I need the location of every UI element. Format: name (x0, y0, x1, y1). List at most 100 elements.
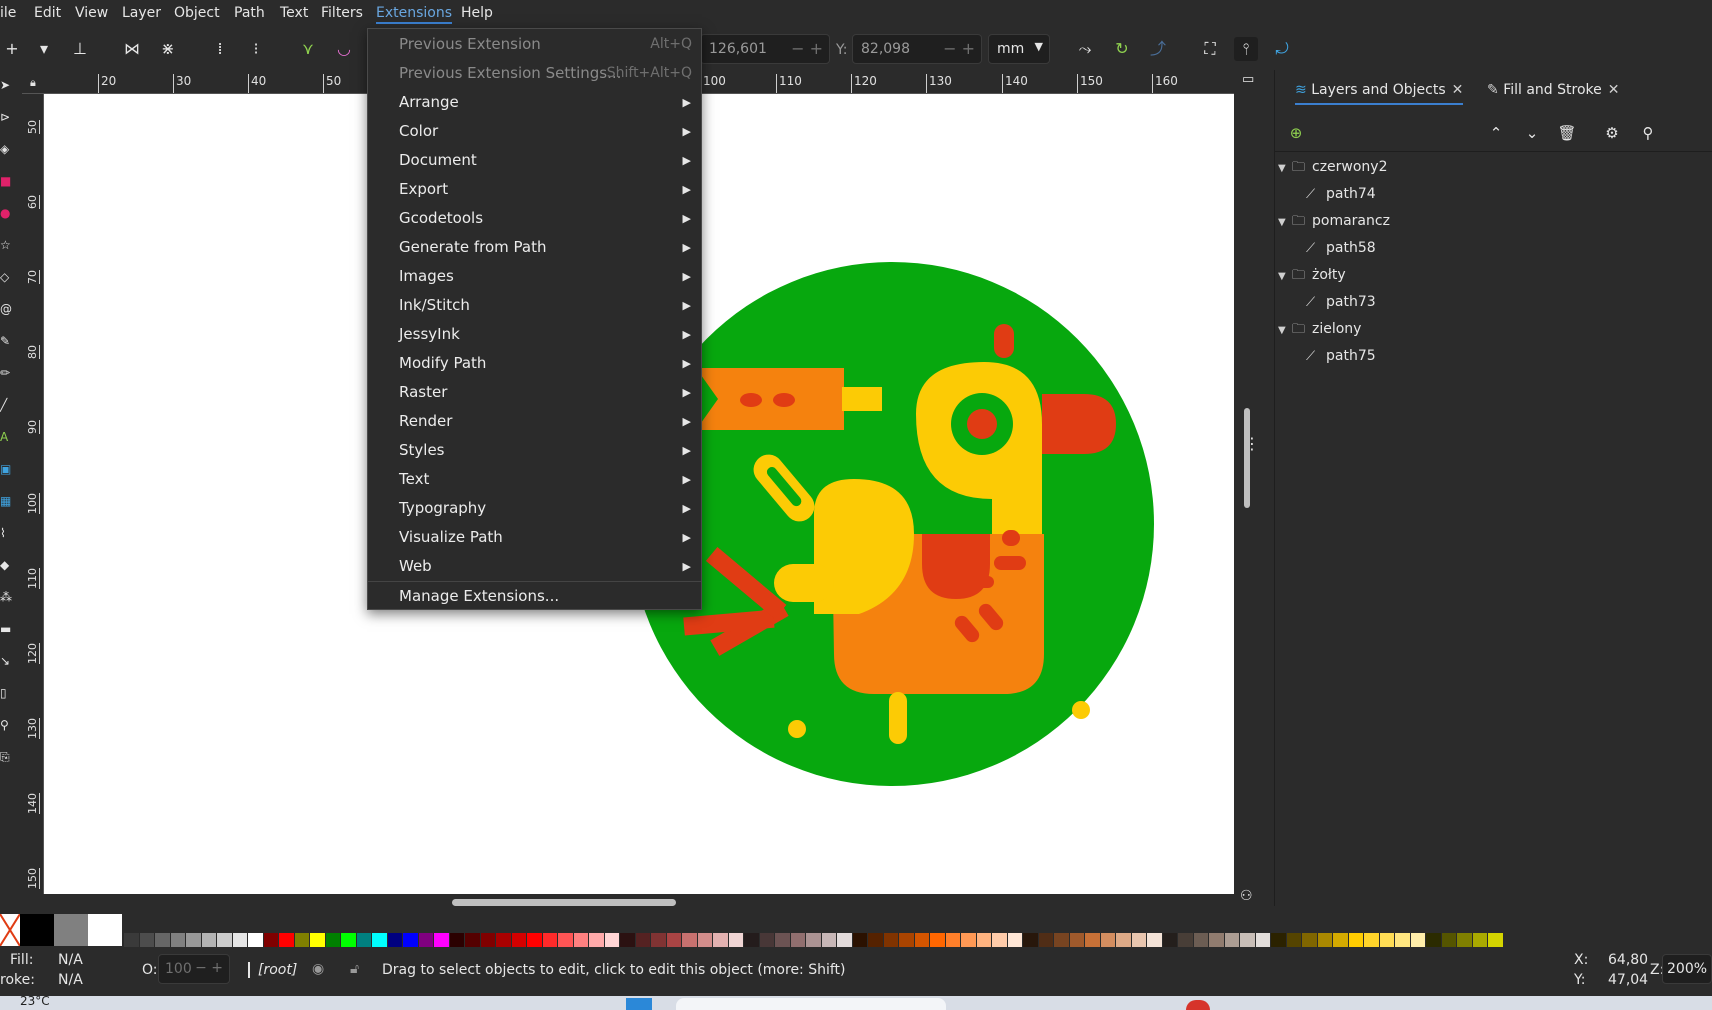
menu-object[interactable]: Object (174, 5, 220, 21)
color-swatch[interactable] (201, 933, 216, 947)
add-icon[interactable]: + (0, 37, 24, 61)
color-swatch[interactable] (527, 933, 542, 947)
stepper-icon[interactable]: − + (791, 39, 823, 58)
color-swatch[interactable] (1100, 933, 1115, 947)
color-swatch[interactable] (759, 933, 774, 947)
object-row-path73[interactable]: ⟋ path73 (1306, 289, 1376, 315)
leg[interactable] (889, 692, 907, 744)
color-swatch[interactable] (682, 933, 697, 947)
color-swatch[interactable] (511, 933, 526, 947)
color-swatch[interactable] (217, 933, 232, 947)
menu-raster[interactable]: Raster ▶ (368, 378, 701, 407)
transform-handles-icon[interactable]: ⛶ (1198, 37, 1222, 61)
spray-tool-icon[interactable]: ⁂ (0, 590, 12, 604)
color-swatch[interactable] (1271, 933, 1286, 947)
color-swatch[interactable] (1333, 933, 1348, 947)
orange-banner[interactable] (696, 368, 844, 430)
color-swatch[interactable] (868, 933, 883, 947)
menu-visualize-path[interactable]: Visualize Path ▶ (368, 523, 701, 552)
join-segment-icon[interactable]: ⁞ (208, 37, 232, 61)
color-swatch[interactable] (899, 933, 914, 947)
zoom-field[interactable]: 200% (1662, 954, 1712, 984)
dropdown-icon[interactable]: ▾ (32, 37, 56, 61)
color-swatch[interactable] (1131, 933, 1146, 947)
color-swatch[interactable] (449, 933, 464, 947)
menu-file[interactable]: ile (0, 5, 16, 21)
color-swatch[interactable] (387, 933, 402, 947)
path-effect-icon[interactable]: ↻ (1110, 37, 1134, 61)
color-swatch[interactable] (976, 933, 991, 947)
color-swatch[interactable] (1023, 933, 1038, 947)
color-swatch[interactable] (186, 933, 201, 947)
horizontal-scrollbar[interactable] (452, 899, 676, 906)
color-swatch[interactable] (883, 933, 898, 947)
menu-view[interactable]: View (75, 5, 108, 21)
color-swatch[interactable] (1457, 933, 1472, 947)
box3d-tool-icon[interactable]: ◇ (0, 270, 12, 284)
color-swatch[interactable] (837, 933, 852, 947)
lock-icon[interactable]: 🔓︎ (350, 961, 359, 977)
red-belly[interactable] (922, 534, 990, 599)
menu-arrange[interactable]: Arrange ▶ (368, 88, 701, 117)
color-swatch[interactable] (573, 933, 588, 947)
comb[interactable] (994, 324, 1014, 358)
no-paint-swatch[interactable] (0, 913, 21, 947)
selector-tool-icon[interactable]: ➤ (0, 78, 12, 92)
menu-typography[interactable]: Typography ▶ (368, 494, 701, 523)
calligraphy-tool-icon[interactable]: ╱ (0, 398, 12, 412)
color-swatch[interactable] (372, 933, 387, 947)
color-swatch[interactable] (620, 933, 635, 947)
color-swatch[interactable] (728, 933, 743, 947)
pages-tool-icon[interactable]: ⎘ (0, 750, 12, 764)
color-swatch[interactable] (1302, 933, 1317, 947)
color-swatch[interactable] (1488, 933, 1503, 947)
swatch-black[interactable] (20, 914, 54, 946)
menu-layer[interactable]: Layer (122, 5, 161, 21)
layer-row-zolty[interactable]: ▼ 🗀︎ żołty (1278, 262, 1346, 288)
tweak-tool-icon[interactable]: ◈ (0, 142, 12, 156)
color-swatch[interactable] (496, 933, 511, 947)
color-swatch[interactable] (124, 933, 139, 947)
pencil-tool-icon[interactable]: ✏ (0, 366, 12, 380)
color-swatch[interactable] (961, 933, 976, 947)
measure-tool-icon[interactable]: ▯ (0, 686, 12, 700)
show-handles-icon[interactable]: ⫯ (1234, 37, 1258, 61)
stepper-icon[interactable]: − + (943, 39, 975, 58)
pen-tool-icon[interactable]: ✎ (0, 334, 12, 348)
break-path-icon[interactable]: ⋇ (156, 37, 180, 61)
menu-modify-path[interactable]: Modify Path ▶ (368, 349, 701, 378)
color-swatch[interactable] (1116, 933, 1131, 947)
color-swatch[interactable] (821, 933, 836, 947)
color-swatch[interactable] (1147, 933, 1162, 947)
start-icon[interactable] (626, 998, 652, 1010)
join-nodes-icon[interactable]: ⋈ (120, 37, 144, 61)
move-up-icon[interactable]: ⌃ (1486, 123, 1506, 143)
color-swatch[interactable] (279, 933, 294, 947)
opacity-field[interactable]: 100 − + (158, 954, 230, 984)
color-swatch[interactable] (1348, 933, 1363, 947)
menu-edit[interactable]: Edit (34, 5, 61, 21)
color-manage-icon[interactable]: ⚇ (1240, 888, 1253, 904)
layer-row-pomarancz[interactable]: ▼ 🗀︎ pomarancz (1278, 208, 1390, 234)
gradient-tool-icon[interactable]: ▣ (0, 462, 12, 476)
menu-color[interactable]: Color ▶ (368, 117, 701, 146)
fill-value[interactable]: N/A (58, 952, 83, 968)
color-swatch[interactable] (341, 933, 356, 947)
zoom-tool-icon[interactable]: ⚲ (0, 718, 12, 732)
object-row-path74[interactable]: ⟋ path74 (1306, 181, 1376, 207)
swatch-gray[interactable] (54, 914, 88, 946)
color-swatch[interactable] (1364, 933, 1379, 947)
color-swatch[interactable] (294, 933, 309, 947)
move-down-icon[interactable]: ⌄ (1522, 123, 1542, 143)
color-swatch[interactable] (263, 933, 278, 947)
add-layer-icon[interactable]: ⊕ (1286, 123, 1306, 143)
color-swatch[interactable] (232, 933, 247, 947)
color-swatch[interactable] (139, 933, 154, 947)
vertical-scrollbar[interactable] (1244, 408, 1250, 508)
color-swatch[interactable] (558, 933, 573, 947)
color-swatch[interactable] (248, 933, 263, 947)
color-swatch[interactable] (651, 933, 666, 947)
color-swatch[interactable] (418, 933, 433, 947)
color-swatch[interactable] (713, 933, 728, 947)
color-swatch[interactable] (666, 933, 681, 947)
